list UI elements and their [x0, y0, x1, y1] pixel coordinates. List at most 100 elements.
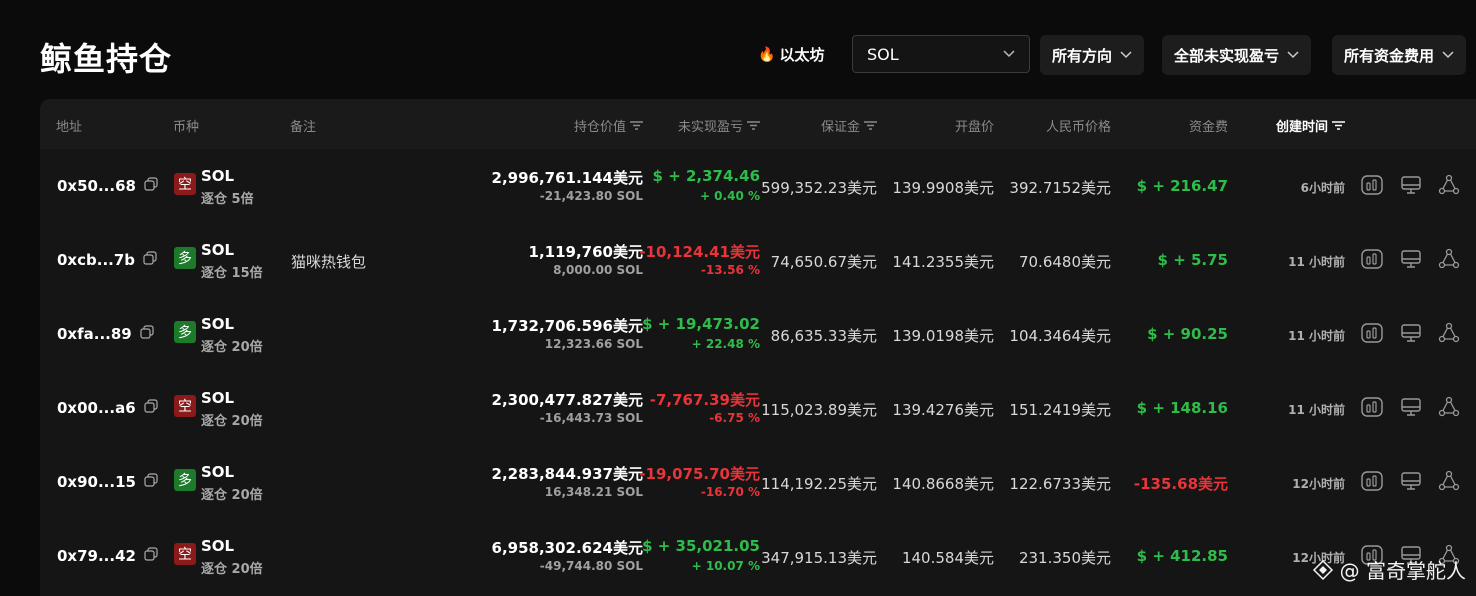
open-price: 140.584美元	[901, 549, 994, 567]
monitor-icon[interactable]	[1399, 469, 1423, 493]
side-badge: 多	[174, 321, 196, 343]
chain-selector[interactable]: 🔥 以太坊	[758, 44, 824, 65]
created-time: 12小时前	[1292, 477, 1345, 491]
table-row[interactable]: 0x00...a6 空 SOL 逐仓 20倍 2,300,477.827美元 -16,44…	[40, 371, 1476, 445]
margin-value: 599,352.23美元	[761, 179, 877, 197]
positions-table: 地址 币种 备注 持仓价值 未实现盈亏 保证金 开盘价 人民币价格 资金费 创建…	[40, 99, 1476, 596]
funding-fee: $ + 216.47	[1136, 177, 1228, 195]
address-text: 0x79...42	[57, 547, 136, 565]
chart-icon[interactable]	[1360, 469, 1384, 493]
col-margin-label: 保证金	[820, 120, 860, 135]
address-cell[interactable]: 0x90...15	[57, 473, 158, 491]
funding-fee: $ + 148.16	[1136, 399, 1228, 417]
chart-icon[interactable]	[1360, 247, 1384, 271]
col-created[interactable]: 创建时间	[1276, 116, 1345, 135]
position-value: 2,300,477.827美元	[491, 391, 643, 409]
rmb-price: 392.7152美元	[1009, 179, 1111, 197]
table-row[interactable]: 0xfa...89 多 SOL 逐仓 20倍 1,732,706.596美元 12,323…	[40, 297, 1476, 371]
share-icon[interactable]	[1437, 173, 1461, 197]
side-badge: 空	[174, 543, 196, 565]
monitor-icon[interactable]	[1399, 173, 1423, 197]
position-qty: 12,323.66 SOL	[544, 337, 643, 351]
share-icon[interactable]	[1437, 395, 1461, 419]
watermark-text: @ 富奇掌舵人	[1339, 559, 1466, 583]
copy-icon[interactable]	[144, 473, 158, 491]
share-icon[interactable]	[1437, 247, 1461, 271]
monitor-icon[interactable]	[1399, 321, 1423, 345]
rmb-price: 231.350美元	[1018, 549, 1111, 567]
filter-icon	[1332, 121, 1345, 130]
margin-value: 74,650.67美元	[770, 253, 877, 271]
address-text: 0xfa...89	[57, 325, 132, 343]
direction-dropdown[interactable]: 所有方向	[1040, 35, 1145, 75]
unrealized-pnl: -19,075.70美元	[639, 465, 760, 483]
unrealized-pnl: -10,124.41美元	[639, 243, 760, 261]
margin-value: 86,635.33美元	[770, 327, 877, 345]
created-time: 11 小时前	[1288, 255, 1345, 269]
open-price: 139.0198美元	[892, 327, 994, 345]
created-time: 11 小时前	[1288, 403, 1345, 417]
margin-value: 347,915.13美元	[761, 549, 877, 567]
table-row[interactable]: 0x90...15 多 SOL 逐仓 20倍 2,283,844.937美元 16,348…	[40, 445, 1476, 519]
coin-select[interactable]: SOL	[852, 35, 1030, 73]
monitor-icon[interactable]	[1399, 395, 1423, 419]
leverage-label: 逐仓 5倍	[201, 192, 254, 207]
filter-icon	[747, 121, 760, 130]
col-position-value-label: 持仓价值	[573, 120, 626, 135]
table-header: 地址 币种 备注 持仓价值 未实现盈亏 保证金 开盘价 人民币价格 资金费 创建…	[40, 99, 1476, 149]
margin-value: 114,192.25美元	[761, 475, 877, 493]
diamond-logo-icon	[1312, 559, 1333, 580]
fire-icon: 🔥	[758, 46, 776, 63]
leverage-label: 逐仓 20倍	[201, 340, 263, 355]
filter-icon	[864, 121, 877, 130]
chart-icon[interactable]	[1360, 321, 1384, 345]
open-price: 140.8668美元	[892, 475, 994, 493]
direction-label: 所有方向	[1052, 46, 1113, 65]
col-unrealized-pnl[interactable]: 未实现盈亏	[678, 116, 760, 135]
copy-icon[interactable]	[140, 325, 154, 343]
copy-icon[interactable]	[144, 399, 158, 417]
col-note: 备注	[290, 120, 317, 135]
unrealized-pnl-pct: + 10.07 %	[691, 559, 760, 573]
address-cell[interactable]: 0x79...42	[57, 547, 158, 565]
address-cell[interactable]: 0x00...a6	[57, 399, 158, 417]
open-price: 139.9908美元	[892, 179, 994, 197]
table-row[interactable]: 0xcb...7b 多 SOL 逐仓 15倍 猫咪热钱包 1,119,760美元 8,000…	[40, 223, 1476, 297]
position-value: 2,283,844.937美元	[491, 465, 643, 483]
monitor-icon[interactable]	[1399, 247, 1423, 271]
coin-name: SOL	[201, 463, 235, 481]
rmb-price: 70.6480美元	[1018, 253, 1111, 271]
pnl-filter-dropdown[interactable]: 全部未实现盈亏	[1162, 35, 1312, 75]
unrealized-pnl: $ + 2,374.46	[652, 167, 760, 185]
table-row[interactable]: 0x50...68 空 SOL 逐仓 5倍 2,996,761.144美元 -21,423…	[40, 149, 1476, 223]
chart-icon[interactable]	[1360, 395, 1384, 419]
col-position-value[interactable]: 持仓价值	[574, 116, 643, 135]
open-price: 141.2355美元	[892, 253, 994, 271]
coin-name: SOL	[201, 241, 235, 259]
rmb-price: 151.2419美元	[1009, 401, 1111, 419]
watermark: @ 富奇掌舵人	[1312, 555, 1466, 584]
copy-icon[interactable]	[143, 251, 157, 269]
unrealized-pnl-pct: -16.70 %	[700, 485, 760, 499]
funding-filter-dropdown[interactable]: 所有资金费用	[1332, 35, 1467, 75]
address-cell[interactable]: 0xfa...89	[57, 325, 154, 343]
share-icon[interactable]	[1437, 321, 1461, 345]
col-margin[interactable]: 保证金	[821, 116, 877, 135]
address-cell[interactable]: 0xcb...7b	[57, 251, 157, 269]
copy-icon[interactable]	[144, 547, 158, 565]
chart-icon[interactable]	[1360, 173, 1384, 197]
unrealized-pnl-pct: -13.56 %	[700, 263, 760, 277]
col-rmb-price: 人民币价格	[1045, 120, 1111, 135]
chevron-down-icon	[1442, 51, 1454, 59]
position-qty: 16,348.21 SOL	[544, 485, 643, 499]
copy-icon[interactable]	[144, 177, 158, 195]
address-cell[interactable]: 0x50...68	[57, 177, 158, 195]
table-row[interactable]: 0x79...42 空 SOL 逐仓 20倍 6,958,302.624美元 -49,74…	[40, 519, 1476, 593]
funding-filter-label: 所有资金费用	[1344, 46, 1435, 65]
margin-value: 115,023.89美元	[761, 401, 877, 419]
side-badge: 空	[174, 395, 196, 417]
chain-label: 以太坊	[779, 46, 825, 64]
share-icon[interactable]	[1437, 469, 1461, 493]
side-badge: 多	[174, 247, 196, 269]
col-created-label: 创建时间	[1275, 120, 1328, 135]
